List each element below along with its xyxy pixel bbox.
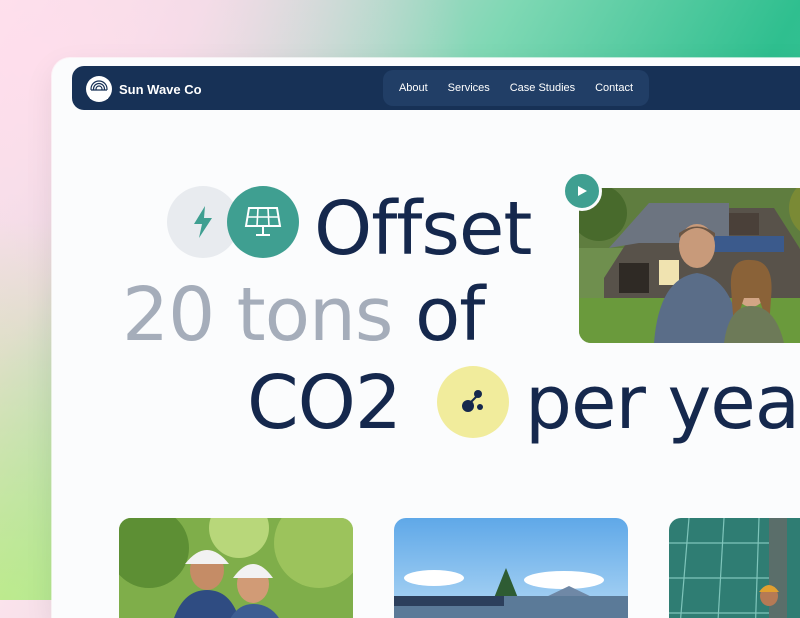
hero-line-3b: per yea <box>525 360 800 446</box>
nav-services[interactable]: Services <box>448 82 490 94</box>
hero-highlight-amount: 20 tons <box>122 272 393 358</box>
browser-frame: Sun Wave Co About Services Case Studies … <box>52 58 800 618</box>
hero-line-1: Offset <box>314 186 532 272</box>
brand[interactable]: Sun Wave Co <box>86 76 202 102</box>
brand-name: Sun Wave Co <box>119 81 202 97</box>
nav-links: About Services Case Studies Contact <box>383 70 649 106</box>
nav-contact[interactable]: Contact <box>595 82 633 94</box>
hero-line-2: 20 tons of <box>122 278 485 352</box>
top-navigation-bar: Sun Wave Co About Services Case Studies … <box>72 66 800 110</box>
play-video-button[interactable] <box>562 171 602 211</box>
molecule-icon <box>437 366 509 438</box>
hero-line-2-rest: of <box>414 272 485 358</box>
solar-panel-icon <box>227 186 299 258</box>
sun-wave-logo-icon <box>86 76 112 102</box>
nav-case-studies[interactable]: Case Studies <box>510 82 575 94</box>
play-icon <box>578 186 587 196</box>
solar-field-photo-card[interactable] <box>394 518 628 618</box>
installers-photo-card[interactable] <box>119 518 353 618</box>
couple-house-photo <box>579 188 800 343</box>
hero-line-3a: CO2 <box>247 360 402 446</box>
nav-about[interactable]: About <box>399 82 428 94</box>
solar-worker-photo-card[interactable] <box>669 518 800 618</box>
